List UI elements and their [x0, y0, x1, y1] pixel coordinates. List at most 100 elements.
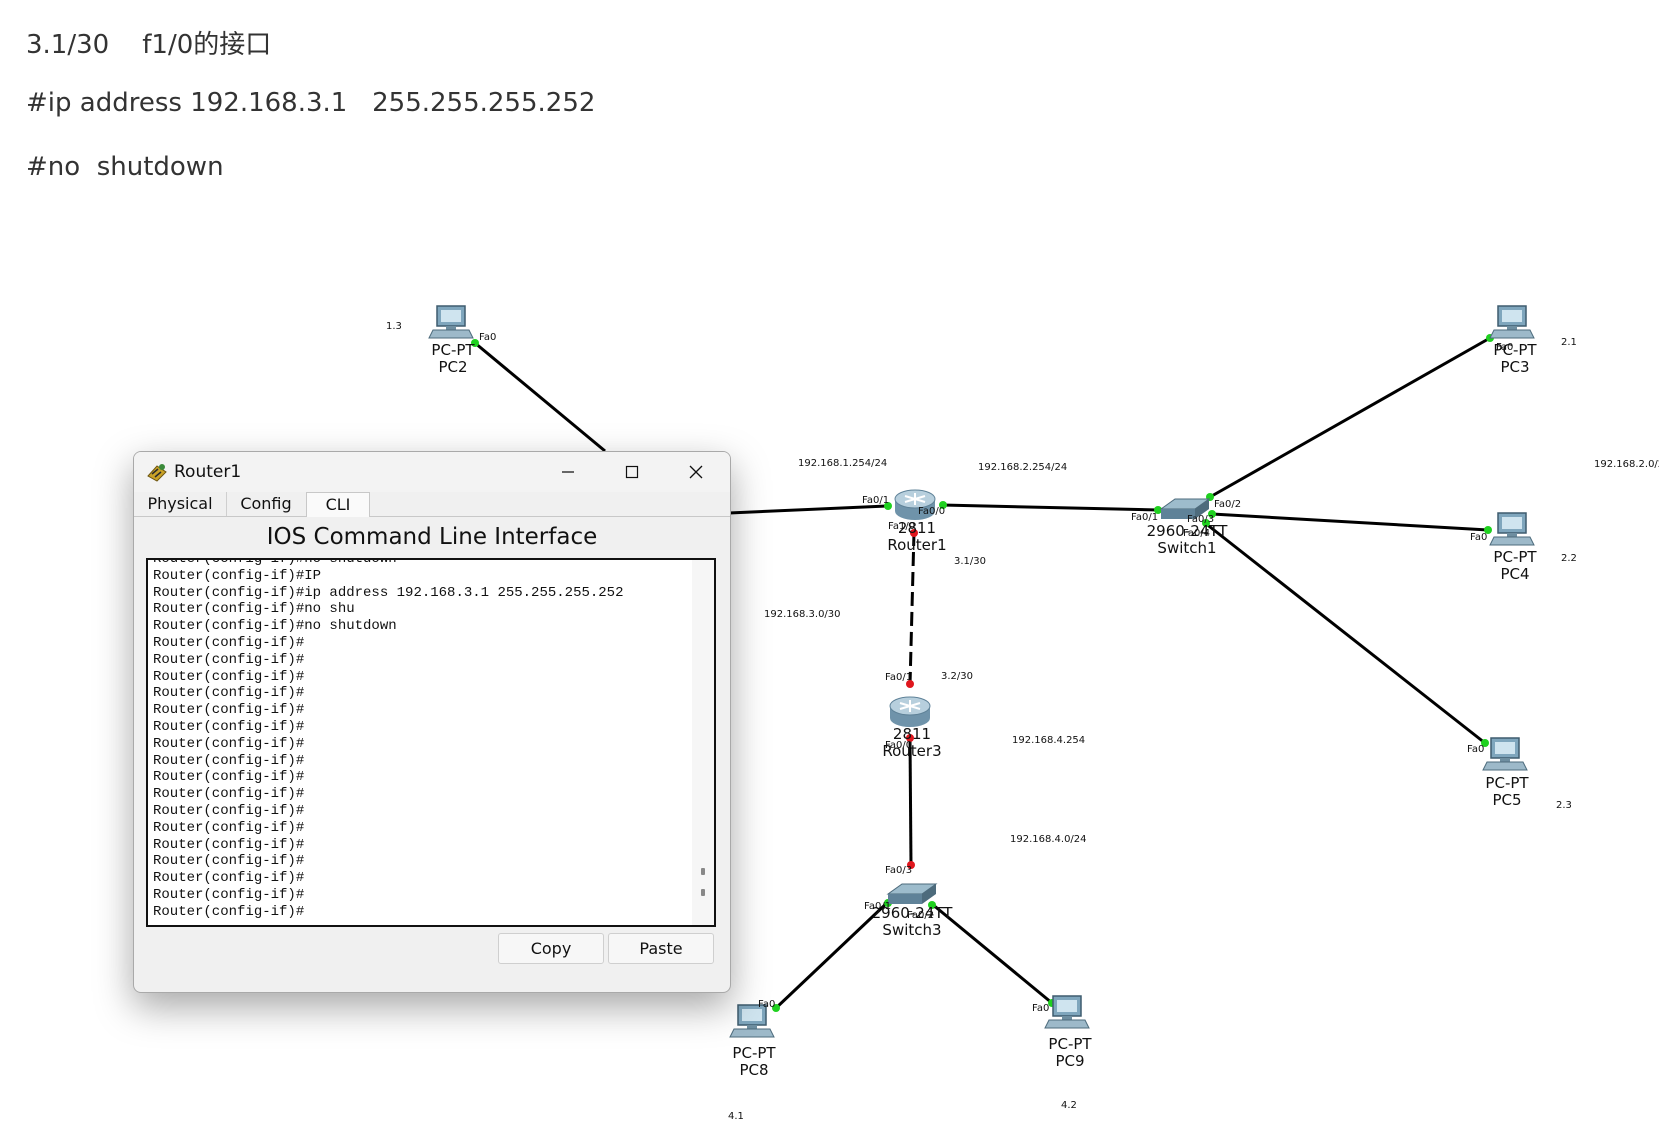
scroll-up-arrow-icon[interactable] [701, 868, 705, 875]
router3-link-ip-label: 3.2/30 [941, 671, 973, 682]
switch1-name-label: Switch1 [1157, 539, 1216, 557]
switch1-fa02-label: Fa0/2 [1214, 499, 1241, 510]
minimize-icon [562, 471, 574, 473]
cli-line: Router(config-if)# [153, 752, 305, 769]
pc4-type-label: PC-PT [1493, 548, 1537, 566]
router1-fa00-label: Fa0/0 [918, 506, 945, 517]
router3-fa01-label: Fa0/1 [885, 672, 912, 683]
pc4-computer-icon [1489, 512, 1535, 546]
tab-physical[interactable]: Physical [134, 492, 227, 516]
net4-subnet-label: 192.168.4.0/24 [1010, 834, 1087, 845]
cli-heading: IOS Command Line Interface [266, 524, 598, 550]
link-router1-pc2-segment [728, 504, 888, 515]
pc5-name-label: PC5 [1492, 791, 1521, 809]
maximize-icon [625, 465, 639, 479]
cli-line: Router(config-if)# [153, 903, 305, 920]
switch3-fa02-label: Fa0/2 [907, 910, 934, 921]
switch1-fa01-label: Fa0/1 [1131, 512, 1158, 523]
cli-line: Router(config-if)#no shutdown [153, 618, 397, 635]
net3-subnet-label: 192.168.3.0/30 [764, 609, 841, 620]
close-icon [689, 465, 703, 479]
pc3-computer-icon [1489, 305, 1535, 339]
cli-line: Router(config-if)#ip address 192.168.3.1… [153, 584, 624, 601]
maximize-button[interactable] [600, 452, 664, 492]
pc4-name-label: PC4 [1500, 565, 1529, 583]
cli-line: Router(config-if)#no shu [153, 601, 355, 618]
cli-line: Router(config-if)# [153, 634, 305, 651]
cli-line: Router(config-if)# [153, 819, 305, 836]
close-button[interactable] [664, 452, 728, 492]
cli-line: Router(config-if)# [153, 718, 305, 735]
cli-output: Router(config-if)#no shutdown Router(conf… [153, 558, 624, 921]
router1-fa01-label: Fa0/1 [862, 495, 889, 506]
cli-line: Router(config-if)# [153, 802, 305, 819]
router1-fa10-label: Fa1/0 [888, 521, 915, 532]
cli-line: Router(config-if)#no shutdown [153, 558, 397, 567]
pc5-port-label: Fa0 [1467, 744, 1484, 755]
link-switch1-pc4 [1211, 512, 1489, 532]
link-router1-switch1 [941, 503, 1160, 512]
cli-terminal[interactable]: Router(config-if)#no shutdown Router(conf… [146, 558, 716, 927]
cli-line: Router(config-if)# [153, 651, 305, 668]
cli-line: Router(config-if)# [153, 735, 305, 752]
pc9-type-label: PC-PT [1048, 1035, 1092, 1053]
tab-cli[interactable]: CLI [306, 492, 370, 517]
cli-line: Router(config-if)# [153, 769, 305, 786]
pc2-name-label: PC2 [438, 358, 467, 376]
pc3-ip-label: 2.1 [1561, 337, 1577, 348]
net1-gateway-label: 192.168.1.254/24 [798, 458, 887, 469]
paste-button[interactable]: Paste [608, 933, 714, 964]
pc3-port-label: Fa0 [1496, 342, 1513, 353]
router1-name-label: Router1 [887, 536, 946, 554]
switch3-fa01-label: Fa0/1 [864, 901, 891, 912]
link-switch1-pc3 [1209, 336, 1491, 499]
link-router1-router3 [908, 531, 916, 686]
switch3-switch-icon [887, 883, 937, 905]
net2-gateway-label: 192.168.2.254/24 [978, 462, 1067, 473]
pc4-port-label: Fa0 [1470, 532, 1487, 543]
pc8-name-label: PC8 [739, 1061, 768, 1079]
cli-line: Router(config-if)# [153, 702, 305, 719]
switch3-fa03-label: Fa0/3 [885, 865, 912, 876]
net4-gateway-label: 192.168.4.254 [1012, 735, 1085, 746]
window-titlebar[interactable]: Router1 [134, 452, 730, 492]
window-tabs: Physical Config CLI [134, 492, 730, 517]
cli-line: Router(config-if)# [153, 786, 305, 803]
router1-window: Router1 Physical Config CLI IOS Command … [133, 451, 731, 993]
cli-line: Router(config-if)# [153, 886, 305, 903]
cli-line: Router(config-if)# [153, 836, 305, 853]
pc9-ip-label: 4.2 [1061, 1100, 1077, 1111]
cli-line: Router(config-if)# [153, 685, 305, 702]
pc2-ip-label: 1.3 [386, 321, 402, 332]
copy-button[interactable]: Copy [498, 933, 604, 964]
terminal-scrollbar[interactable] [692, 560, 714, 925]
pc8-port-label: Fa0 [758, 999, 775, 1010]
switch3-name-label: Switch3 [882, 921, 941, 939]
net2-subnet-label: 192.168.2.0/2 [1594, 459, 1659, 470]
pc2-type-label: PC-PT [431, 341, 475, 359]
router3-router-icon [889, 696, 931, 728]
pc4-ip-label: 2.2 [1561, 553, 1577, 564]
scroll-down-arrow-icon[interactable] [701, 889, 705, 896]
router1-link-ip-label: 3.1/30 [954, 556, 986, 567]
pc9-port-label: Fa0 [1032, 1003, 1049, 1014]
cli-line: Router(config-if)#IP [153, 567, 322, 584]
pc2-computer-icon [428, 305, 474, 339]
cli-line: Router(config-if)# [153, 870, 305, 887]
router3-fa00-label: Fa0/0 [885, 740, 912, 751]
switch1-fa03-label: Fa0/3 [1187, 514, 1214, 525]
window-title: Router1 [174, 462, 242, 482]
pc5-ip-label: 2.3 [1556, 800, 1572, 811]
switch1-fa04-label: Fa0/4 [1183, 528, 1210, 539]
pc3-name-label: PC3 [1500, 358, 1529, 376]
tab-config[interactable]: Config [226, 492, 307, 516]
link-switch1-pc5 [1204, 521, 1486, 745]
cli-line: Router(config-if)# [153, 668, 305, 685]
pc8-type-label: PC-PT [732, 1044, 776, 1062]
router-app-icon [147, 464, 167, 482]
pc5-type-label: PC-PT [1485, 774, 1529, 792]
pc2-port-label: Fa0 [479, 332, 496, 343]
minimize-button[interactable] [536, 452, 600, 492]
pc8-ip-label: 4.1 [728, 1111, 744, 1122]
link-pc2-router1 [474, 341, 606, 453]
